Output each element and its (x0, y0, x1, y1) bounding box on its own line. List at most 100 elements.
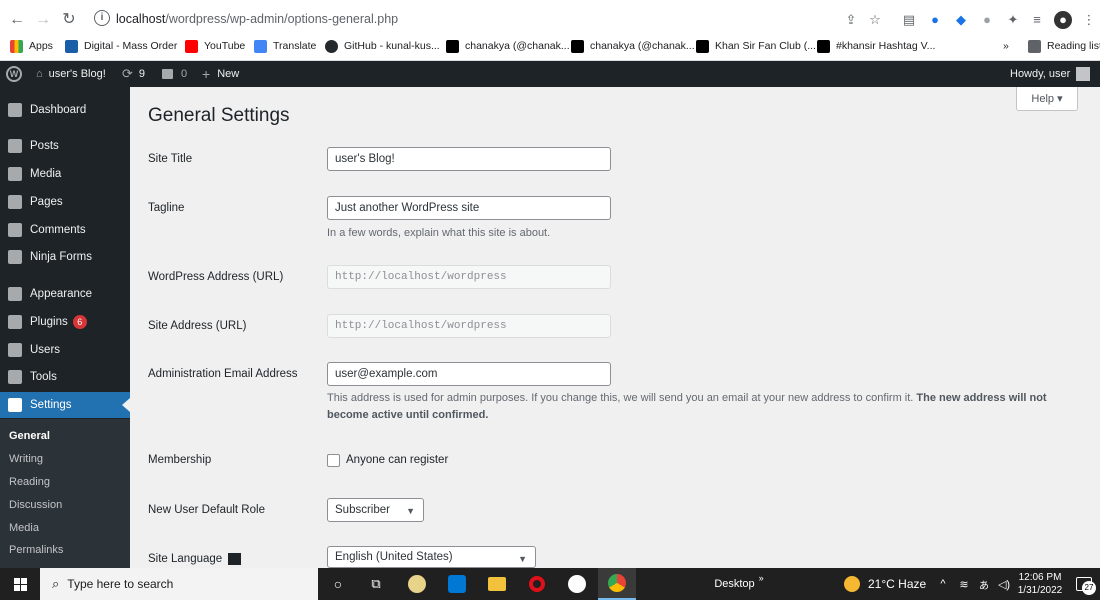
desktop-toolbar[interactable]: Desktop» (714, 568, 764, 600)
opera-icon[interactable] (525, 568, 549, 600)
new-content-link[interactable]: + New (202, 61, 239, 87)
menu-icon[interactable]: ⋮ (1080, 11, 1098, 29)
windows-taskbar: ⌕ Type here to search ○ ⧉ Desktop» 21°C … (0, 568, 1100, 600)
menu-settings[interactable]: Settings (0, 392, 130, 418)
chevron-icon: » (758, 573, 764, 583)
vscode-icon[interactable] (445, 568, 469, 600)
wp-address-input: http://localhost/wordpress (327, 265, 611, 289)
weather-widget[interactable]: 21°C Haze (844, 568, 934, 600)
file-explorer-icon[interactable] (485, 568, 509, 600)
reading-list-icon (1028, 39, 1041, 53)
default-role-select[interactable]: Subscriber ▼ (327, 498, 424, 522)
volume-icon[interactable]: ◁) (996, 568, 1012, 600)
my-account[interactable]: Howdy, user (1010, 61, 1091, 87)
menu-media[interactable]: Media (0, 161, 130, 187)
task-view-icon[interactable]: ⧉ (366, 568, 386, 600)
admin-email-label: Administration Email Address (148, 368, 298, 380)
puzzle-icon[interactable]: ✦ (1004, 11, 1022, 29)
address-bar[interactable]: i localhost/wordpress/wp-admin/options-g… (88, 7, 888, 33)
plugin-icon (8, 315, 22, 329)
menu-appearance[interactable]: Appearance (0, 281, 130, 307)
bookmark-translate[interactable]: Translate (254, 36, 316, 56)
slack-icon[interactable] (565, 568, 589, 600)
comment-icon (162, 69, 173, 79)
clock[interactable]: 12:06 PM 1/31/2022 (1014, 568, 1066, 600)
menu-ninja-forms[interactable]: Ninja Forms (0, 244, 130, 270)
playlist-icon[interactable]: ≡ (1028, 11, 1046, 29)
shield-icon[interactable]: ◆ (952, 11, 970, 29)
submenu-reading[interactable]: Reading (9, 476, 50, 488)
tagline-input[interactable]: Just another WordPress site (327, 196, 611, 220)
submenu-permalinks[interactable]: Permalinks (9, 544, 63, 556)
settings-submenu: General Writing Reading Discussion Media… (0, 419, 130, 568)
forward-icon[interactable]: → (32, 9, 54, 31)
home-icon: ⌂ (36, 68, 43, 80)
chrome-icon[interactable] (598, 568, 636, 600)
tagline-description: In a few words, explain what this site i… (327, 227, 551, 239)
weather-icon (844, 576, 860, 592)
windows-start-icon[interactable] (8, 568, 32, 600)
bookmark-digital[interactable]: Digital - Mass Order (65, 36, 177, 56)
translation-icon (228, 553, 242, 565)
taskbar-search[interactable]: ⌕ Type here to search (40, 568, 318, 600)
pin-icon (8, 139, 22, 153)
profile-avatar[interactable]: ● (1054, 11, 1072, 29)
bookmark-tiktok-1[interactable]: chanakya (@chanak... (446, 36, 570, 56)
k-icon[interactable]: ● (978, 11, 996, 29)
menu-plugins[interactable]: Plugins 6 (0, 309, 130, 335)
bookmark-apps[interactable]: Apps (10, 36, 53, 56)
toolbar: ← → ↻ i localhost/wordpress/wp-admin/opt… (0, 6, 1100, 34)
bookmark-tiktok-2[interactable]: chanakya (@chanak... (571, 36, 695, 56)
reload-icon[interactable]: ↻ (58, 9, 80, 31)
submenu-writing[interactable]: Writing (9, 453, 43, 465)
app-icon[interactable] (405, 568, 429, 600)
bookmark-github[interactable]: GitHub - kunal-kus... (325, 36, 440, 56)
language-icon[interactable]: あ (976, 568, 992, 600)
menu-posts[interactable]: Posts (0, 133, 130, 159)
comments-link[interactable]: 0 (162, 61, 187, 87)
submenu-media[interactable]: Media (9, 522, 39, 534)
bookmark-tiktok-4[interactable]: #khansir Hashtag V... (817, 36, 935, 56)
site-name-link[interactable]: ⌂ user's Blog! (36, 61, 106, 87)
menu-users[interactable]: Users (0, 337, 130, 363)
reading-list[interactable]: Reading list (1028, 36, 1100, 56)
menu-tools[interactable]: Tools (0, 364, 130, 390)
wordpress-logo-icon[interactable]: W (6, 61, 22, 87)
anyone-can-register-label[interactable]: Anyone can register (346, 452, 448, 469)
show-hidden-icons[interactable]: ^ (936, 568, 950, 600)
notification-center[interactable]: 27 (1072, 568, 1096, 600)
apps-icon (10, 39, 23, 53)
menu-dashboard[interactable]: Dashboard (0, 97, 130, 123)
back-icon[interactable]: ← (6, 9, 28, 31)
updates-link[interactable]: ⟳ 9 (122, 61, 145, 87)
youtube-icon (185, 39, 198, 53)
search-icon: ⌕ (52, 576, 60, 591)
site-title-input[interactable]: user's Blog! (327, 147, 611, 171)
pages-icon (8, 195, 22, 209)
site-language-select[interactable]: English (United States) ▼ (327, 546, 536, 568)
cortana-icon[interactable]: ○ (328, 568, 348, 600)
url-text: localhost/wordpress/wp-admin/options-gen… (116, 12, 399, 26)
anyone-can-register-checkbox[interactable] (327, 454, 340, 467)
users-icon (8, 343, 22, 357)
wifi-icon[interactable]: ≋ (956, 568, 972, 600)
share-icon[interactable]: ⇪ (842, 11, 860, 29)
extension-icon[interactable]: ● (926, 11, 944, 29)
info-icon[interactable]: i (94, 10, 110, 26)
bookmark-youtube[interactable]: YouTube (185, 36, 245, 56)
admin-email-input[interactable]: user@example.com (327, 362, 611, 386)
submenu-discussion[interactable]: Discussion (9, 499, 62, 511)
menu-pages[interactable]: Pages (0, 189, 130, 215)
star-icon[interactable]: ☆ (866, 11, 884, 29)
updates-icon: ⟳ (122, 66, 133, 81)
submenu-general[interactable]: General (9, 430, 50, 442)
bookmarks-overflow[interactable]: » (1003, 36, 1009, 56)
help-button[interactable]: Help ▾ (1016, 87, 1078, 111)
bookmark-tiktok-3[interactable]: Khan Sir Fan Club (... (696, 36, 816, 56)
menu-comments[interactable]: Comments (0, 217, 130, 243)
wrench-icon (8, 370, 22, 384)
reader-icon[interactable]: ▤ (900, 11, 918, 29)
dashboard-icon (8, 103, 22, 117)
notification-badge: 27 (1082, 581, 1096, 595)
settings-icon (8, 398, 22, 412)
